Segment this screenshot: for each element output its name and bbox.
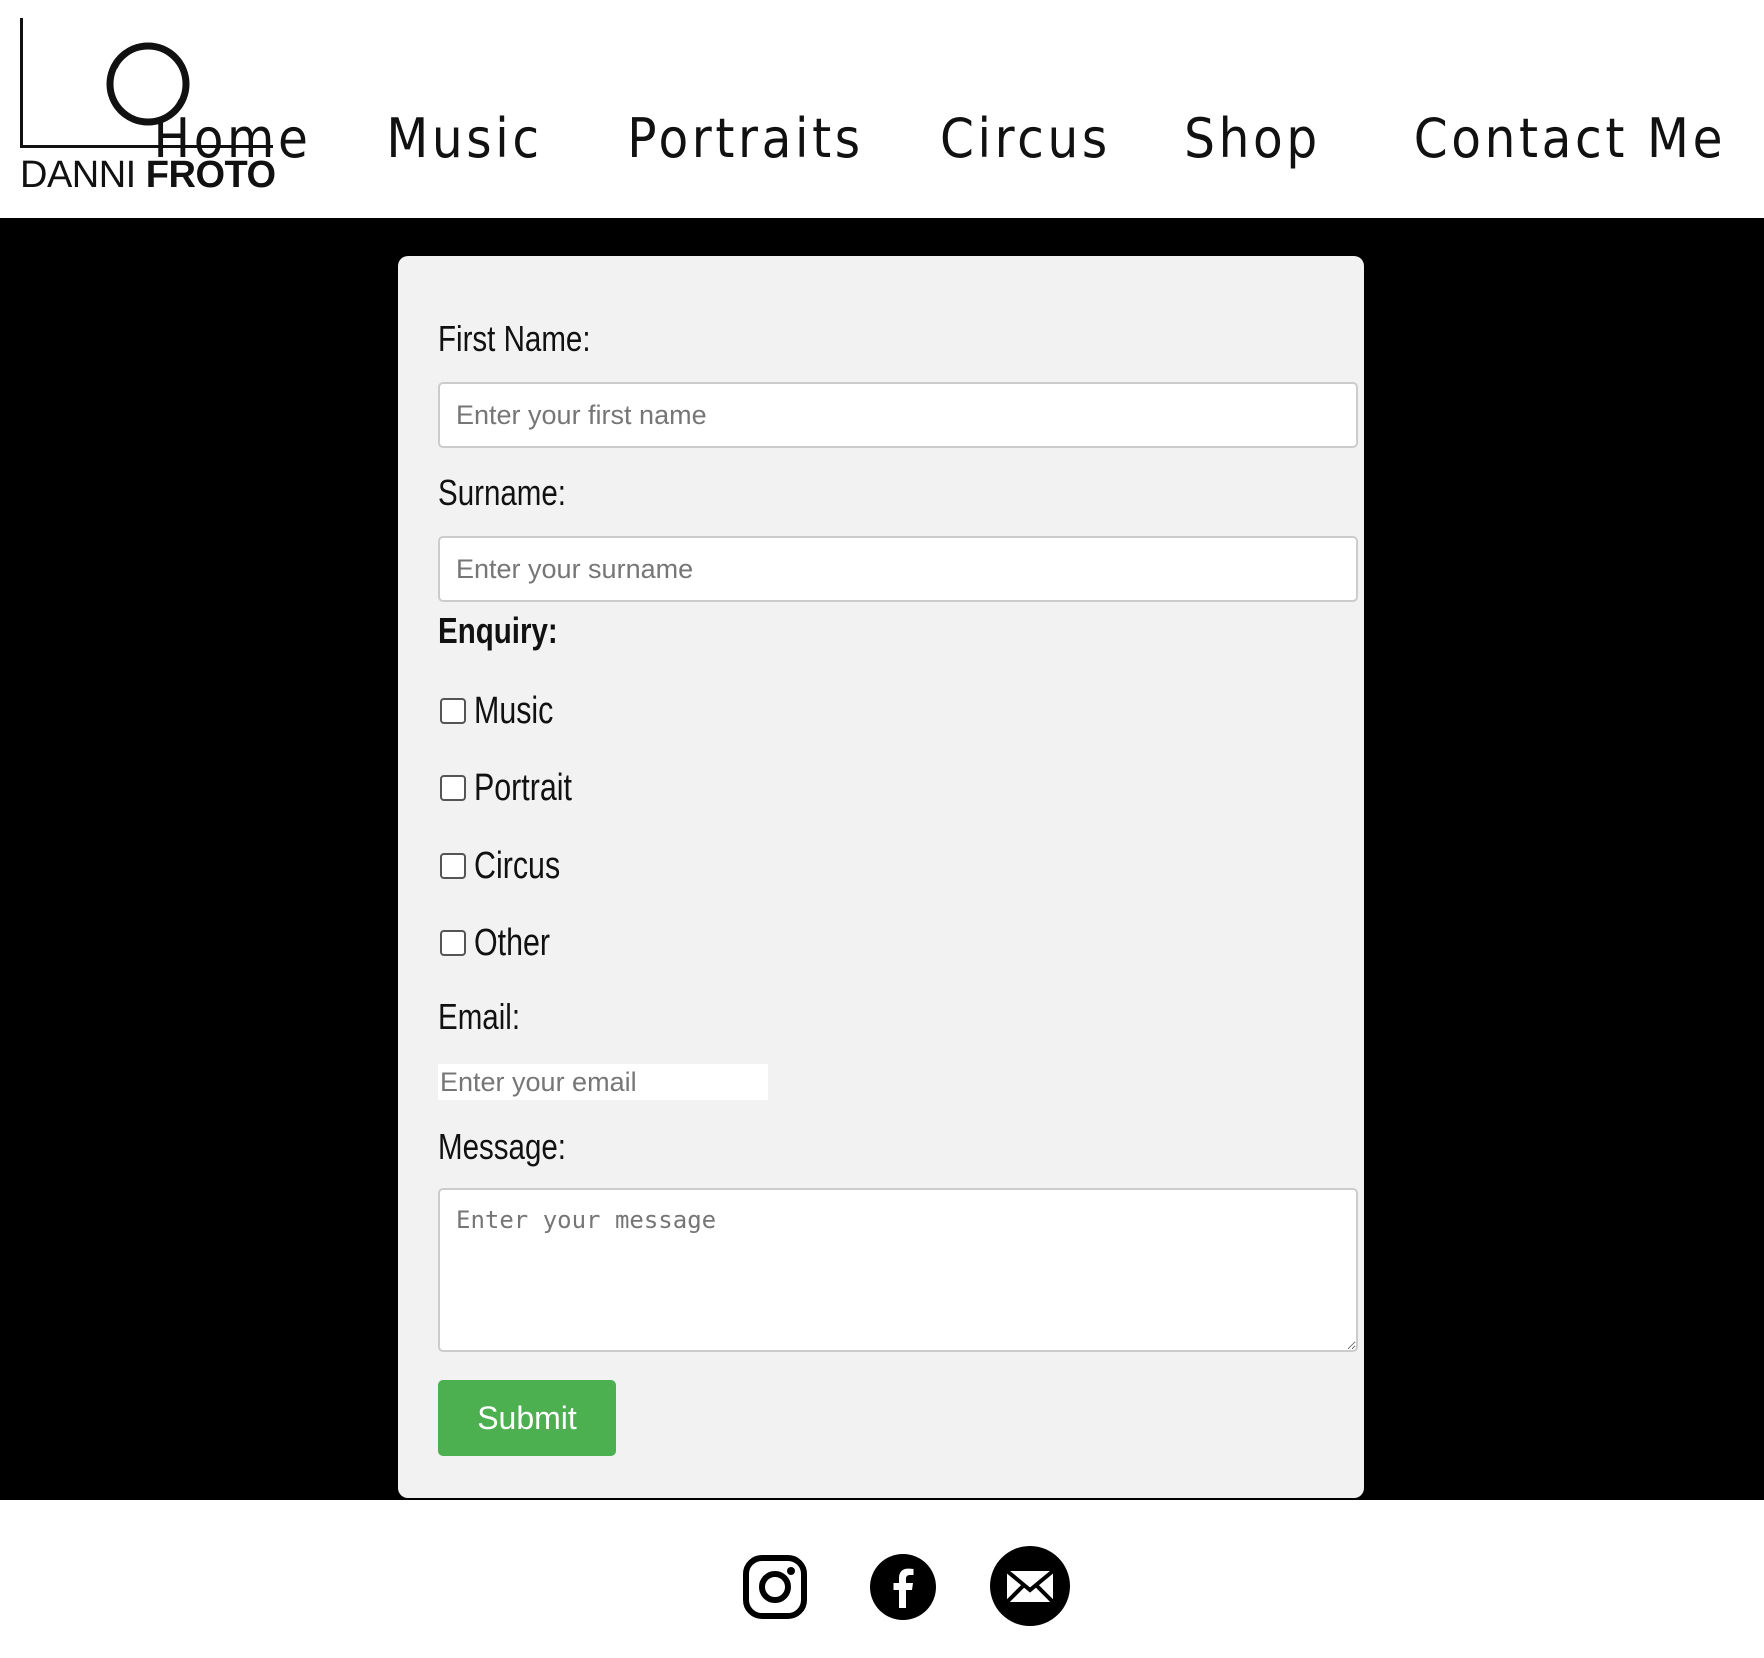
nav-contact-me[interactable]: Contact Me (1414, 94, 1726, 184)
instagram-icon[interactable] (742, 1554, 808, 1620)
music-checkbox[interactable] (440, 698, 466, 724)
nav-shop[interactable]: Shop (1184, 94, 1321, 184)
enquiry-option-music[interactable]: Music (438, 686, 573, 736)
message-label: Message: (438, 1126, 566, 1167)
surname-label: Surname: (438, 472, 566, 513)
enquiry-label: Enquiry: (438, 610, 558, 651)
nav-circus[interactable]: Circus (940, 94, 1111, 184)
contact-form: First Name: Surname: Enquiry: Music Port… (398, 256, 1364, 1498)
email-input[interactable] (438, 1064, 768, 1100)
enquiry-option-other[interactable]: Other (438, 918, 569, 968)
music-checkbox-label: Music (474, 689, 554, 732)
enquiry-option-portrait[interactable]: Portrait (438, 763, 596, 813)
circus-checkbox-label: Circus (474, 844, 561, 887)
submit-button[interactable]: Submit (438, 1380, 616, 1456)
surname-input[interactable] (438, 536, 1358, 602)
nav-portraits[interactable]: Portraits (627, 94, 863, 184)
message-textarea[interactable] (438, 1188, 1358, 1352)
portrait-checkbox-label: Portrait (474, 766, 572, 809)
facebook-icon[interactable] (870, 1554, 936, 1620)
main-content: First Name: Surname: Enquiry: Music Port… (0, 218, 1764, 1500)
circus-checkbox[interactable] (440, 853, 466, 879)
logo-text-light: DANNI (20, 154, 136, 196)
site-footer (0, 1500, 1764, 1658)
main-nav: Home Music Portraits Circus Shop Contact… (153, 94, 1764, 184)
other-checkbox-label: Other (474, 921, 551, 964)
site-header: DANNI FROTO Home Music Portraits Circus … (0, 0, 1764, 218)
portrait-checkbox[interactable] (440, 775, 466, 801)
nav-home[interactable]: Home (153, 94, 311, 184)
logo-vertical-line (20, 18, 23, 148)
email-icon[interactable] (990, 1546, 1070, 1626)
email-label: Email: (438, 996, 521, 1037)
first-name-input[interactable] (438, 382, 1358, 448)
nav-music[interactable]: Music (386, 94, 542, 184)
other-checkbox[interactable] (440, 930, 466, 956)
enquiry-option-circus[interactable]: Circus (438, 841, 582, 891)
first-name-label: First Name: (438, 318, 591, 359)
